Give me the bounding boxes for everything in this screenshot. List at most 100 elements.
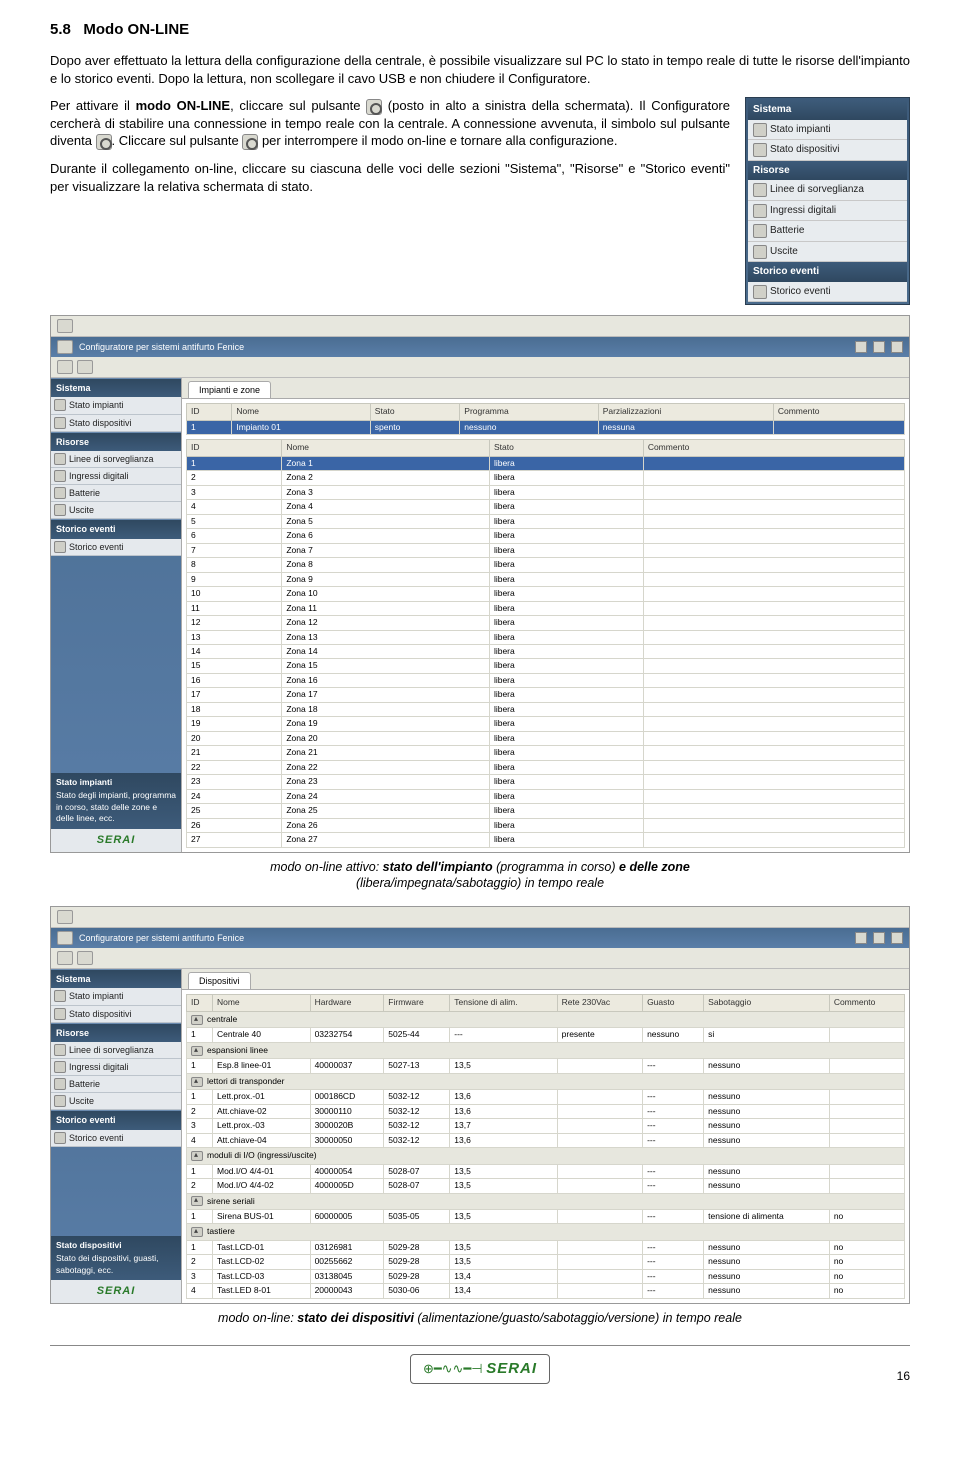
table-row[interactable]: 6Zona 6libera — [187, 529, 905, 543]
table-row[interactable]: 21Zona 21libera — [187, 746, 905, 760]
table-row[interactable]: 9Zona 9libera — [187, 572, 905, 586]
group-row[interactable]: tastiere — [187, 1224, 905, 1240]
sidebar-item[interactable]: Storico eventi — [51, 539, 181, 556]
table-row[interactable]: 4Att.chiave-04300000505032-1213,6---ness… — [187, 1133, 905, 1147]
side-head: Storico eventi — [51, 1110, 181, 1129]
table-row[interactable]: 5Zona 5libera — [187, 514, 905, 528]
disclosure-icon — [191, 1196, 203, 1206]
table-row[interactable]: 1Lett.prox.-01000186CD5032-1213,6---ness… — [187, 1090, 905, 1104]
minimize-icon[interactable] — [855, 341, 867, 353]
sidebar: Sistema Stato impianti Stato dispositivi… — [51, 969, 181, 1303]
sidebar-item[interactable]: Batterie — [51, 1076, 181, 1093]
table-row[interactable]: 1Sirena BUS-01600000055035-0513,5---tens… — [187, 1210, 905, 1224]
section-title-text: Modo ON-LINE — [83, 21, 189, 38]
table-row[interactable]: 8Zona 8libera — [187, 558, 905, 572]
panel-item[interactable]: Linee di sorveglianza — [748, 180, 907, 201]
table-row[interactable]: 12Zona 12libera — [187, 616, 905, 630]
close-icon[interactable] — [891, 341, 903, 353]
table-row[interactable]: 3Zona 3libera — [187, 485, 905, 499]
table-row[interactable]: 14Zona 14libera — [187, 644, 905, 658]
table-row[interactable]: 15Zona 15libera — [187, 659, 905, 673]
table-row[interactable]: 2Tast.LCD-02002556625029-2813,5---nessun… — [187, 1255, 905, 1269]
table-row[interactable]: 16Zona 16libera — [187, 673, 905, 687]
maximize-icon[interactable] — [873, 341, 885, 353]
sidebar-item[interactable]: Stato impianti — [51, 397, 181, 414]
table-row[interactable]: 19Zona 19libera — [187, 717, 905, 731]
table-row[interactable]: 25Zona 25libera — [187, 804, 905, 818]
table-row[interactable]: 11Zona 11libera — [187, 601, 905, 615]
table-row[interactable]: 26Zona 26libera — [187, 818, 905, 832]
table-row[interactable]: 20Zona 20libera — [187, 731, 905, 745]
close-icon[interactable] — [891, 932, 903, 944]
online-toggle-icon[interactable] — [57, 951, 73, 965]
sidebar-item[interactable]: Batterie — [51, 485, 181, 502]
group-row[interactable]: moduli di I/O (ingressi/uscite) — [187, 1148, 905, 1164]
page-footer: ⊕━∿∿━⊣ SERAI 16 — [50, 1345, 910, 1384]
disclosure-icon — [191, 1015, 203, 1025]
table-row[interactable]: 27Zona 27libera — [187, 833, 905, 847]
table-row[interactable]: 1Esp.8 linee-01400000375027-1313,5---nes… — [187, 1059, 905, 1073]
table-row[interactable]: 4Zona 4libera — [187, 500, 905, 514]
side-head: Risorse — [51, 1023, 181, 1042]
sidebar-item[interactable]: Ingressi digitali — [51, 1059, 181, 1076]
table-row[interactable]: 1Tast.LCD-01031269815029-2813,5---nessun… — [187, 1240, 905, 1254]
panel-item[interactable]: Uscite — [748, 242, 907, 263]
table-row[interactable]: 22Zona 22libera — [187, 760, 905, 774]
caption-2: modo on-line: stato dei dispositivi (ali… — [50, 1310, 910, 1327]
page-number: 16 — [897, 1368, 910, 1384]
online-toggle-icon[interactable] — [57, 360, 73, 374]
panel-item[interactable]: Stato impianti — [748, 120, 907, 141]
panel-item[interactable]: Ingressi digitali — [748, 201, 907, 222]
table-row[interactable]: 7Zona 7libera — [187, 543, 905, 557]
table-row[interactable]: 1Mod.I/O 4/4-01400000545028-0713,5---nes… — [187, 1164, 905, 1178]
table-row[interactable]: 1Impianto 01spentonessunonessuna — [187, 420, 905, 434]
table-row[interactable]: 1Zona 1libera — [187, 456, 905, 470]
table-row[interactable]: 18Zona 18libera — [187, 702, 905, 716]
panel-item[interactable]: Stato dispositivi — [748, 140, 907, 161]
table-row[interactable]: 4Tast.LED 8-01200000435030-0613,4---ness… — [187, 1284, 905, 1298]
table-row[interactable]: 2Att.chiave-02300001105032-1213,6---ness… — [187, 1104, 905, 1118]
side-head: Risorse — [51, 432, 181, 451]
sidebar-item[interactable]: Uscite — [51, 1093, 181, 1110]
panel-head-risorse: Risorse — [748, 161, 907, 181]
online-button-icon — [366, 99, 382, 115]
sidebar-item[interactable]: Stato dispositivi — [51, 415, 181, 432]
info-text: Stato dei dispositivi, guasti, sabotaggi… — [56, 1253, 159, 1274]
window-title: Configuratore per sistemi antifurto Feni… — [79, 341, 244, 353]
toolbar-icon[interactable] — [77, 360, 93, 374]
zone-table: IDNomeStatoCommento 1Zona 1libera2Zona 2… — [186, 439, 905, 847]
side-head: Sistema — [51, 378, 181, 397]
table-row[interactable]: 10Zona 10libera — [187, 587, 905, 601]
toolbar-icon[interactable] — [77, 951, 93, 965]
panel-item[interactable]: Batterie — [748, 221, 907, 242]
sidebar-item[interactable]: Ingressi digitali — [51, 468, 181, 485]
window-titlebar: Configuratore per sistemi antifurto Feni… — [51, 337, 909, 357]
group-row[interactable]: espansioni linee — [187, 1042, 905, 1058]
sidebar-item[interactable]: Linee di sorveglianza — [51, 1042, 181, 1059]
table-row[interactable]: 23Zona 23libera — [187, 775, 905, 789]
table-row[interactable]: 2Zona 2libera — [187, 471, 905, 485]
toolbar-icon[interactable] — [57, 910, 73, 924]
sidebar-item[interactable]: Stato impianti — [51, 988, 181, 1005]
maximize-icon[interactable] — [873, 932, 885, 944]
table-row[interactable]: 13Zona 13libera — [187, 630, 905, 644]
table-row[interactable]: 17Zona 17libera — [187, 688, 905, 702]
table-row[interactable]: 2Mod.I/O 4/4-024000005D5028-0713,5---nes… — [187, 1179, 905, 1193]
sidebar-item[interactable]: Uscite — [51, 502, 181, 519]
minimize-icon[interactable] — [855, 932, 867, 944]
sidebar-item[interactable]: Storico eventi — [51, 1130, 181, 1147]
group-row[interactable]: centrale — [187, 1011, 905, 1027]
toolbar-icon[interactable] — [57, 319, 73, 333]
table-row[interactable]: 24Zona 24libera — [187, 789, 905, 803]
group-row[interactable]: sirene seriali — [187, 1193, 905, 1209]
table-row[interactable]: 3Tast.LCD-03031380455029-2813,4---nessun… — [187, 1269, 905, 1283]
panel-item[interactable]: Storico eventi — [748, 282, 907, 303]
tab-impianti[interactable]: Impianti e zone — [188, 381, 271, 398]
table-row[interactable]: 1Centrale 40032327545025-44---presentene… — [187, 1028, 905, 1042]
group-row[interactable]: lettori di transponder — [187, 1073, 905, 1089]
section-num: 5.8 — [50, 21, 71, 38]
table-row[interactable]: 3Lett.prox.-033000020B5032-1213,7---ness… — [187, 1119, 905, 1133]
tab-dispositivi[interactable]: Dispositivi — [188, 972, 251, 989]
sidebar-item[interactable]: Linee di sorveglianza — [51, 451, 181, 468]
sidebar-item[interactable]: Stato dispositivi — [51, 1006, 181, 1023]
